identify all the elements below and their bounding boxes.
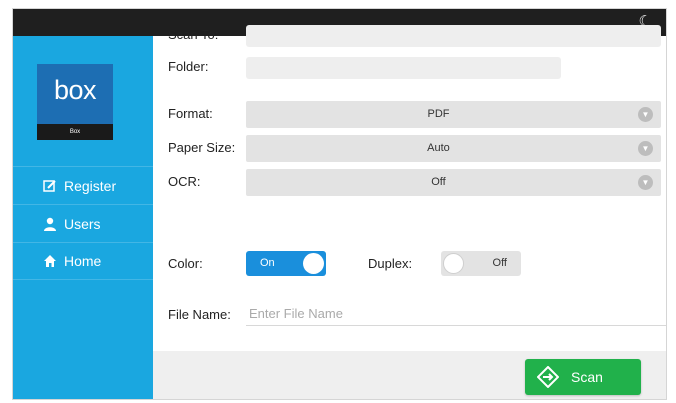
toggle-knob: [303, 253, 324, 274]
color-label: Color:: [168, 256, 203, 271]
logo-subtext: Box: [37, 124, 113, 140]
color-toggle-state: On: [260, 257, 275, 269]
user-icon: [42, 216, 58, 232]
app-window: ☾ box Box Register Users Home Scan To: F…: [12, 8, 667, 400]
ocr-value: Off: [431, 176, 446, 188]
ocr-select[interactable]: Off ▼: [246, 169, 661, 196]
chevron-down-icon: ▼: [638, 141, 653, 156]
sidebar-item-users[interactable]: Users: [13, 204, 153, 242]
scan-to-label: Scan To:: [168, 27, 219, 42]
sidebar-item-label: Register: [64, 177, 117, 194]
format-value: PDF: [427, 108, 450, 120]
scan-button-label: Scan: [571, 369, 603, 385]
chevron-down-icon: ▼: [638, 107, 653, 122]
paper-size-value: Auto: [427, 142, 450, 154]
duplex-toggle[interactable]: Off: [441, 251, 521, 276]
sidebar-item-home[interactable]: Home: [13, 242, 153, 280]
ocr-label: OCR:: [168, 174, 201, 189]
file-name-input[interactable]: [246, 301, 666, 326]
paper-size-label: Paper Size:: [168, 140, 236, 155]
sidebar-item-register[interactable]: Register: [13, 166, 153, 204]
sidebar-item-label: Home: [64, 253, 102, 269]
format-label: Format:: [168, 106, 213, 121]
edit-icon: [42, 178, 58, 194]
sidebar-item-label: Users: [64, 215, 101, 232]
color-toggle[interactable]: On: [246, 251, 326, 276]
scan-button[interactable]: Scan: [525, 359, 641, 395]
box-logo: box Box: [37, 64, 113, 140]
toggle-knob: [443, 253, 464, 274]
duplex-toggle-state: Off: [492, 257, 507, 269]
chevron-down-icon: ▼: [638, 175, 653, 190]
logo-text: box: [53, 75, 97, 105]
file-name-label: File Name:: [168, 307, 231, 322]
duplex-label: Duplex:: [368, 256, 413, 271]
home-icon: [42, 253, 58, 269]
scan-icon: [537, 366, 559, 388]
folder-field[interactable]: [246, 57, 561, 79]
format-select[interactable]: PDF ▼: [246, 101, 661, 128]
sidebar: box Box Register Users Home: [13, 36, 153, 399]
scan-to-field[interactable]: [246, 25, 661, 47]
paper-size-select[interactable]: Auto ▼: [246, 135, 661, 162]
folder-label: Folder:: [168, 59, 209, 74]
